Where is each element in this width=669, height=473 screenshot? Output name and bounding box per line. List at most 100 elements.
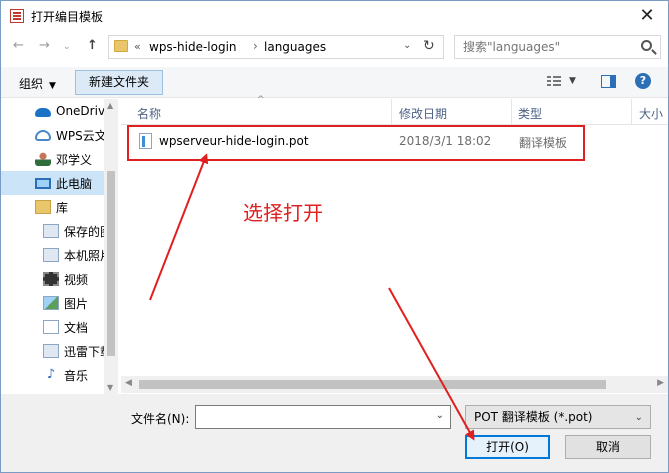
file-type-filter-select[interactable]: POT 翻译模板 (*.pot) ⌄ xyxy=(465,405,651,429)
file-modified-date: 2018/3/1 18:02 xyxy=(399,134,492,148)
organize-label: 组织 xyxy=(19,77,44,91)
sidebar-item-label: 此电脑 xyxy=(56,176,93,191)
preview-pane-icon[interactable] xyxy=(601,75,616,88)
annotation-text: 选择打开 xyxy=(243,201,323,225)
column-header-size[interactable]: 大小 xyxy=(639,105,663,122)
sidebar-item-label: 图片 xyxy=(64,296,89,311)
recent-locations-chevron-icon[interactable]: ⌄ xyxy=(63,42,71,52)
file-list: ^ 名称 修改日期 类型 大小 wpserveur-hide-login.pot… xyxy=(121,95,668,394)
sidebar-item-label: 本机照片 xyxy=(64,248,104,263)
camera-roll-icon xyxy=(43,248,59,262)
search-icon[interactable] xyxy=(641,40,652,51)
column-header-name[interactable]: 名称 xyxy=(137,105,161,122)
view-options-caret-icon[interactable]: ▼ xyxy=(569,76,576,86)
breadcrumb-wps-hide-login[interactable]: wps-hide-login xyxy=(149,40,237,54)
scroll-up-icon[interactable]: ▲ xyxy=(107,101,113,110)
sidebar-item-saved-pictures[interactable]: 保存的图片 xyxy=(1,219,104,243)
sidebar-item-wps-cloud[interactable]: WPS云文档 xyxy=(1,123,104,147)
scroll-left-icon[interactable]: ◀ xyxy=(125,378,132,388)
filename-dropdown-icon[interactable]: ⌄ xyxy=(436,410,444,421)
command-toolbar: 组织 ▼ 新建文件夹 ▼ ? xyxy=(1,67,668,98)
sidebar-item-pictures[interactable]: 图片 xyxy=(1,291,104,315)
dialog-title: 打开编目模板 xyxy=(31,10,104,24)
sidebar-item-label: 文档 xyxy=(64,320,89,335)
downloads-icon xyxy=(43,344,59,358)
sidebar-item-label: OneDrive xyxy=(56,104,104,118)
sidebar-item-this-pc[interactable]: 此电脑 xyxy=(1,171,104,195)
scroll-down-icon[interactable]: ▼ xyxy=(107,383,113,392)
navigation-bar: ← → ⌄ ↑ « wps-hide-login › languages ⌄ ↻ xyxy=(1,33,668,63)
column-header-modified[interactable]: 修改日期 xyxy=(399,105,447,122)
sidebar-item-label: 库 xyxy=(56,200,69,215)
pot-file-icon xyxy=(139,133,152,149)
search-input[interactable] xyxy=(463,40,633,54)
new-folder-button[interactable]: 新建文件夹 xyxy=(75,70,163,95)
sidebar-item-onedrive[interactable]: OneDrive xyxy=(1,99,104,123)
refresh-icon[interactable]: ↻ xyxy=(423,38,435,54)
filename-input[interactable]: ⌄ xyxy=(195,405,451,429)
forward-arrow-icon[interactable]: → xyxy=(39,38,50,53)
file-type-filter-value: POT 翻译模板 (*.pot) xyxy=(474,410,593,424)
column-divider[interactable] xyxy=(631,99,632,125)
open-file-dialog: 打开编目模板 ✕ ← → ⌄ ↑ « wps-hide-login › lang… xyxy=(0,0,669,473)
view-options-icon[interactable] xyxy=(547,76,561,88)
address-dropdown-icon[interactable]: ⌄ xyxy=(403,40,411,51)
sidebar-item-label: 迅雷下载 xyxy=(64,344,104,359)
sidebar-item-camera-roll[interactable]: 本机照片 xyxy=(1,243,104,267)
column-divider[interactable] xyxy=(511,99,512,125)
documents-icon xyxy=(43,320,59,334)
sidebar-item-documents[interactable]: 文档 xyxy=(1,315,104,339)
column-divider[interactable] xyxy=(391,99,392,125)
sidebar-item-user[interactable]: 邓学义 xyxy=(1,147,104,171)
sidebar-item-label: 邓学义 xyxy=(56,152,93,167)
video-icon xyxy=(43,272,59,286)
sidebar-scrollbar[interactable]: ▲ ▼ xyxy=(104,99,118,394)
sidebar-item-label: 音乐 xyxy=(64,368,89,383)
sidebar-item-downloads[interactable]: 迅雷下载 xyxy=(1,339,104,363)
saved-pictures-icon xyxy=(43,224,59,238)
file-type: 翻译模板 xyxy=(519,136,568,150)
organize-button[interactable]: 组织 ▼ xyxy=(19,75,56,92)
user-icon xyxy=(35,152,51,166)
sidebar-scroll-thumb[interactable] xyxy=(107,171,115,356)
cloud-icon xyxy=(35,108,51,117)
back-arrow-icon[interactable]: ← xyxy=(13,38,24,53)
library-icon xyxy=(35,200,51,214)
close-icon[interactable]: ✕ xyxy=(636,5,658,27)
filename-label: 文件名(N): xyxy=(131,412,190,426)
breadcrumb-separator-icon[interactable]: › xyxy=(253,39,258,53)
column-header-type[interactable]: 类型 xyxy=(518,105,542,122)
navigation-pane: OneDrive WPS云文档 邓学义 此电脑 库 保存的图片 本机照片 视频 … xyxy=(1,99,118,394)
wps-cloud-icon xyxy=(35,129,51,141)
scroll-right-icon[interactable]: ▶ xyxy=(657,378,664,388)
cancel-button[interactable]: 取消 xyxy=(565,435,651,459)
column-header-row: ^ 名称 修改日期 类型 大小 xyxy=(121,95,668,125)
address-bar[interactable]: « wps-hide-login › languages ⌄ ↻ xyxy=(108,35,444,59)
sidebar-item-music[interactable]: ♪ 音乐 xyxy=(1,363,104,387)
help-icon[interactable]: ? xyxy=(635,73,651,89)
breadcrumb-languages[interactable]: languages xyxy=(264,40,326,54)
open-button[interactable]: 打开(O) xyxy=(465,435,550,459)
sidebar-item-label: WPS云文档 xyxy=(56,128,104,143)
sidebar-item-libraries[interactable]: 库 xyxy=(1,195,104,219)
search-box[interactable] xyxy=(454,35,661,59)
file-name: wpserveur-hide-login.pot xyxy=(159,134,309,148)
folder-icon xyxy=(114,40,128,52)
dialog-app-icon xyxy=(10,9,24,23)
file-row[interactable]: wpserveur-hide-login.pot 2018/3/1 18:02 … xyxy=(127,125,585,161)
title-bar: 打开编目模板 ✕ xyxy=(1,1,668,31)
pictures-icon xyxy=(43,296,59,310)
horizontal-scrollbar[interactable]: ◀ ▶ xyxy=(121,376,668,393)
path-overflow-icon[interactable]: « xyxy=(134,40,141,53)
organize-caret-icon: ▼ xyxy=(49,81,56,91)
dialog-footer: 文件名(N): ⌄ POT 翻译模板 (*.pot) ⌄ 打开(O) 取消 xyxy=(1,394,668,472)
sidebar-item-label: 视频 xyxy=(64,272,89,287)
sidebar-item-label: 保存的图片 xyxy=(64,224,104,239)
horizontal-scroll-thumb[interactable] xyxy=(139,380,606,389)
filter-dropdown-icon: ⌄ xyxy=(634,412,643,423)
up-arrow-icon[interactable]: ↑ xyxy=(87,38,98,53)
sidebar-item-videos[interactable]: 视频 xyxy=(1,267,104,291)
computer-icon xyxy=(35,177,51,189)
music-icon: ♪ xyxy=(43,368,59,382)
sort-arrow-icon: ^ xyxy=(257,95,265,105)
